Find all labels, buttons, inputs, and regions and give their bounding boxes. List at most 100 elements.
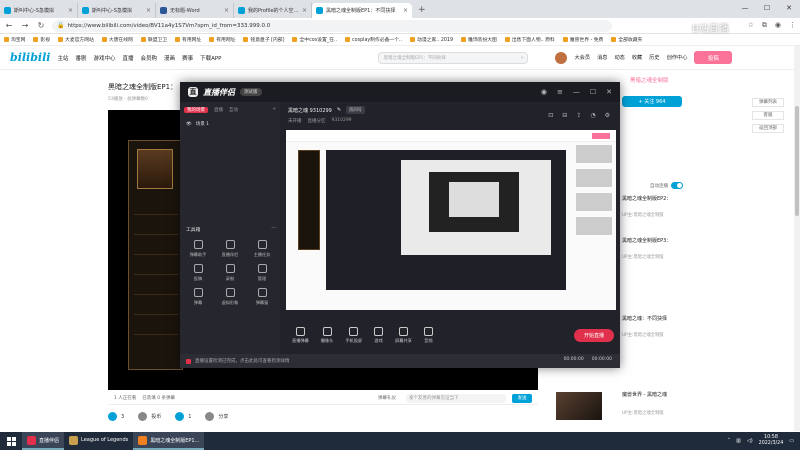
nav-item[interactable]: 历史 xyxy=(649,54,659,61)
nav-item[interactable]: 游戏中心 xyxy=(94,54,116,62)
minimize-icon[interactable]: — xyxy=(734,0,756,18)
lock-icon[interactable]: ⊟ xyxy=(562,112,567,119)
close-tab-icon[interactable]: × xyxy=(146,7,151,14)
tool-item[interactable]: 直播伴侣 xyxy=(214,240,246,258)
tab-interact[interactable]: 互动 xyxy=(229,107,238,113)
back-icon[interactable]: ← xyxy=(4,21,14,30)
bookmark-item[interactable]: 动漫之家.. 2019 xyxy=(410,36,453,43)
browser-tab[interactable]: 我的Profile的个人空间_哔哩× xyxy=(234,3,312,18)
recommend-thumbnail[interactable] xyxy=(556,392,602,420)
bookmark-item[interactable]: 全部收藏夹 xyxy=(611,36,642,43)
page-scrollbar[interactable] xyxy=(794,46,800,431)
close-tab-icon[interactable]: × xyxy=(403,7,408,14)
bookmark-item[interactable]: 大唐在线网 xyxy=(101,36,133,43)
share-button[interactable]: 分享 xyxy=(205,412,228,421)
nav-item[interactable]: 直播 xyxy=(123,54,134,62)
tool-item[interactable]: 弹幕窗 xyxy=(246,288,278,306)
source-game[interactable]: 游戏 xyxy=(374,326,384,344)
nav-item[interactable]: 会员购 xyxy=(141,54,158,62)
nav-item[interactable]: 番剧 xyxy=(75,54,86,62)
nav-item[interactable]: 大会员 xyxy=(574,54,590,61)
new-tab-button[interactable]: + xyxy=(412,3,432,18)
source-phone[interactable]: 手机投屏 xyxy=(345,326,362,344)
tool-item[interactable]: 管理 xyxy=(246,264,278,282)
user-avatar-icon[interactable]: ◉ xyxy=(541,88,547,96)
reload-icon[interactable]: ↻ xyxy=(36,21,46,30)
edit-icon[interactable]: ✎ xyxy=(337,107,341,113)
source-audio[interactable]: 音频 xyxy=(423,326,433,344)
start-live-button[interactable]: 开始直播 xyxy=(574,328,614,342)
nav-item[interactable]: 动态 xyxy=(614,54,624,61)
nav-item[interactable]: 漫画 xyxy=(164,54,175,62)
menu-icon[interactable]: ≡ xyxy=(557,88,563,96)
search-input[interactable]: 黑暗之魂全制版EP1：不同抉择 ⌕ xyxy=(378,51,529,64)
recommend-title[interactable]: 黑暗之魂全制版EP2： xyxy=(622,196,684,203)
menu-icon[interactable]: ⋮ xyxy=(789,21,796,30)
nav-item[interactable]: 消息 xyxy=(597,54,607,61)
stream-tip-bar[interactable]: 直播设置检测已完成，点击此处可查看检测详情 xyxy=(180,354,620,368)
taskbar-item[interactable]: 黑暗之魂全制版EP1... xyxy=(133,432,205,450)
tool-item[interactable]: 弹幕助手 xyxy=(182,240,214,258)
browser-tab[interactable]: 斯叫中心-S急模拟 × xyxy=(0,3,78,18)
bookmark-item[interactable]: 有用网址 xyxy=(209,36,235,43)
upload-button[interactable]: 投稿 xyxy=(694,51,733,64)
autoplay-toggle[interactable]: 自动连播 xyxy=(650,182,683,189)
maximize-icon[interactable]: ☐ xyxy=(590,88,596,96)
bookmark-item[interactable]: 雕饰装扮大图 xyxy=(461,36,497,43)
tab-live[interactable]: 直播 xyxy=(214,107,223,113)
avatar[interactable] xyxy=(555,51,568,64)
taskbar-item[interactable]: League of Legends xyxy=(64,432,133,450)
favorite-button[interactable]: 1 xyxy=(175,412,191,421)
customer-service-button[interactable]: 客服 xyxy=(752,111,784,120)
add-icon[interactable]: + xyxy=(272,107,276,113)
bookmark-item[interactable]: 淘宝网 xyxy=(4,36,25,43)
volume-icon[interactable]: ◁) xyxy=(747,438,753,444)
tool-item[interactable]: 投稿 xyxy=(182,264,214,282)
bookmark-item[interactable]: 联盟卫卫 xyxy=(140,36,167,43)
tool-item[interactable]: 虚拟形象 xyxy=(214,288,246,306)
share-icon[interactable]: ⇪ xyxy=(576,112,581,119)
tool-item[interactable]: 录制 xyxy=(214,264,246,282)
coin-button[interactable]: 投币 xyxy=(138,412,161,421)
danmaku-etiquette[interactable]: 弹幕礼仪 xyxy=(378,395,396,401)
uploader-name[interactable]: 黑暗之魂全制版 xyxy=(630,76,669,84)
close-tab-icon[interactable]: × xyxy=(68,7,73,14)
bookmark-item[interactable]: 铭意盘子 [内部] xyxy=(243,36,284,43)
bookmark-item[interactable]: 出售下面人物.. 原料 xyxy=(504,36,555,43)
bookmark-item[interactable]: 影视 xyxy=(33,36,50,43)
source-danmaku[interactable]: 直播弹幕 xyxy=(292,326,309,344)
bookmark-item[interactable]: cosplay制作必备一个.. xyxy=(345,36,402,43)
start-button[interactable] xyxy=(0,432,22,450)
extensions-icon[interactable]: ⧉ xyxy=(762,21,767,30)
room-pill[interactable]: 房间号 xyxy=(346,106,365,114)
network-icon[interactable]: ▥ xyxy=(736,438,741,444)
close-icon[interactable]: ✕ xyxy=(778,0,800,18)
close-tab-icon[interactable]: × xyxy=(224,7,229,14)
browser-tab[interactable]: 斯叫中心-S急模拟 × xyxy=(78,3,156,18)
bookmark-item[interactable]: 魔兽世界 - 免费 xyxy=(562,36,603,43)
source-camera[interactable]: 摄像头 xyxy=(321,326,333,344)
taskbar-item[interactable]: 直播伴侣 xyxy=(22,432,65,450)
source-screen[interactable]: 屏幕共享 xyxy=(395,326,412,344)
gift-icon[interactable]: ⊡ xyxy=(548,112,553,119)
toggle-switch[interactable] xyxy=(671,182,683,189)
stream-preview[interactable] xyxy=(286,130,616,310)
tool-item[interactable]: 弹幕 xyxy=(182,288,214,306)
danmaku-send-button[interactable]: 发送 xyxy=(512,393,532,403)
minimize-icon[interactable]: — xyxy=(573,88,580,96)
bilibili-logo[interactable]: bilibili xyxy=(10,51,50,64)
browser-tab[interactable]: 无标题-Word × xyxy=(156,3,234,18)
tab-scenes[interactable]: 我的场景 xyxy=(184,107,208,113)
nav-item[interactable]: 下载APP xyxy=(200,54,221,62)
star-icon[interactable]: ☆ xyxy=(748,21,754,30)
nav-item[interactable]: 主站 xyxy=(57,54,68,62)
nav-item[interactable]: 赛事 xyxy=(182,54,193,62)
danmaku-input[interactable]: 发个友善的弹幕见证当下 xyxy=(406,393,506,403)
close-icon[interactable]: ✕ xyxy=(606,88,612,96)
nav-item[interactable]: 收藏 xyxy=(632,54,642,61)
bookmark-item[interactable]: 全中cos设置_在.. xyxy=(292,36,337,43)
recommend-title[interactable]: 魔兽世界 - 黑暗之魂 xyxy=(622,392,684,399)
follow-button[interactable]: + 关注 964 xyxy=(622,96,682,107)
url-bar[interactable]: 🔒 https://www.bilibili.com/video/BV11a4y… xyxy=(52,19,612,32)
search-icon[interactable]: ⌕ xyxy=(521,55,524,61)
